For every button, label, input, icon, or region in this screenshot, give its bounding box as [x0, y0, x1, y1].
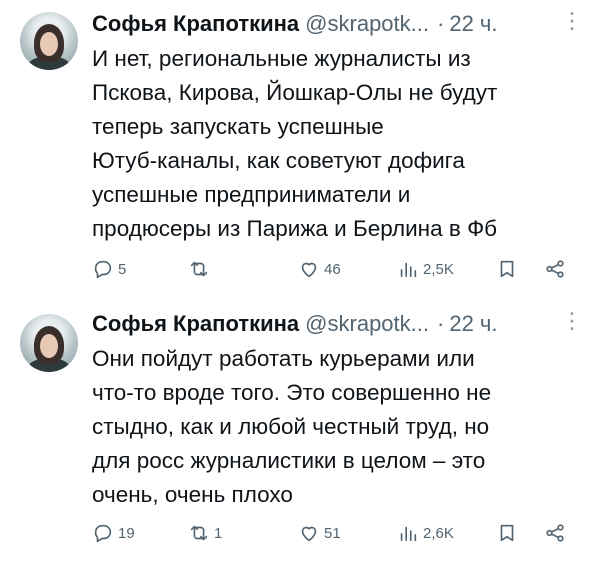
- bookmark-icon: [500, 524, 514, 542]
- views-icon: [400, 262, 417, 278]
- reply-icon: [94, 524, 112, 543]
- more-options-icon[interactable]: ⋮: [561, 310, 583, 332]
- more-options-icon[interactable]: ⋮: [561, 10, 583, 32]
- tweet-text: Они пойдут работать курьерами или что-то…: [92, 346, 492, 507]
- avatar[interactable]: [20, 314, 78, 372]
- tweet-header: Софья Крапоткина @skrapotk... · 22 ч.: [92, 310, 584, 338]
- bookmark-button[interactable]: [496, 258, 518, 280]
- like-count: 51: [324, 524, 341, 542]
- separator: ·: [437, 11, 445, 36]
- reply-button[interactable]: 5: [92, 258, 126, 280]
- reply-button[interactable]: 19: [92, 522, 135, 544]
- separator: ·: [437, 311, 445, 336]
- retweet-count: 1: [214, 524, 223, 542]
- like-button[interactable]: 51: [298, 522, 341, 544]
- reply-icon: [94, 260, 112, 279]
- share-button[interactable]: [544, 258, 566, 280]
- share-icon: [546, 524, 564, 542]
- bookmark-button[interactable]: [496, 522, 518, 544]
- views-count: 2,6K: [423, 524, 454, 542]
- timestamp[interactable]: 22 ч.: [449, 311, 497, 337]
- tweet-header: Софья Крапоткина @skrapotk... · 22 ч.: [92, 10, 584, 38]
- like-icon: [301, 262, 317, 278]
- like-icon: [301, 526, 317, 542]
- retweet-button[interactable]: 1: [188, 522, 222, 544]
- author-handle[interactable]: @skrapotk...: [305, 11, 429, 37]
- views-button[interactable]: 2,6K: [397, 522, 454, 544]
- timestamp[interactable]: 22 ч.: [449, 11, 497, 37]
- bookmark-icon: [500, 260, 514, 278]
- author-handle[interactable]: @skrapotk...: [305, 311, 429, 337]
- author-name[interactable]: Софья Крапоткина: [92, 311, 299, 337]
- views-count: 2,5K: [423, 260, 454, 278]
- views-button[interactable]: 2,5K: [397, 258, 454, 280]
- tweet-text: И нет, региональные журналисты из Пскова…: [92, 46, 498, 241]
- retweet-icon: [190, 261, 208, 277]
- avatar[interactable]: [20, 12, 78, 70]
- share-icon: [546, 260, 564, 278]
- like-button[interactable]: 46: [298, 258, 341, 280]
- reply-count: 5: [118, 260, 127, 278]
- tweet[interactable]: Софья Крапоткина @skrapotk... · 22 ч. ⋮ …: [0, 300, 600, 570]
- views-icon: [400, 526, 417, 542]
- tweet[interactable]: Софья Крапоткина @skrapotk... · 22 ч. ⋮ …: [0, 0, 600, 300]
- like-count: 46: [324, 260, 341, 278]
- author-name[interactable]: Софья Крапоткина: [92, 11, 299, 37]
- reply-count: 19: [118, 524, 135, 542]
- share-button[interactable]: [544, 522, 566, 544]
- retweet-icon: [190, 525, 208, 541]
- tweet-actions: 5 46 2,5K: [92, 258, 572, 288]
- tweet-actions: 19 1 51 2,6K: [92, 522, 572, 552]
- retweet-button[interactable]: [188, 258, 214, 280]
